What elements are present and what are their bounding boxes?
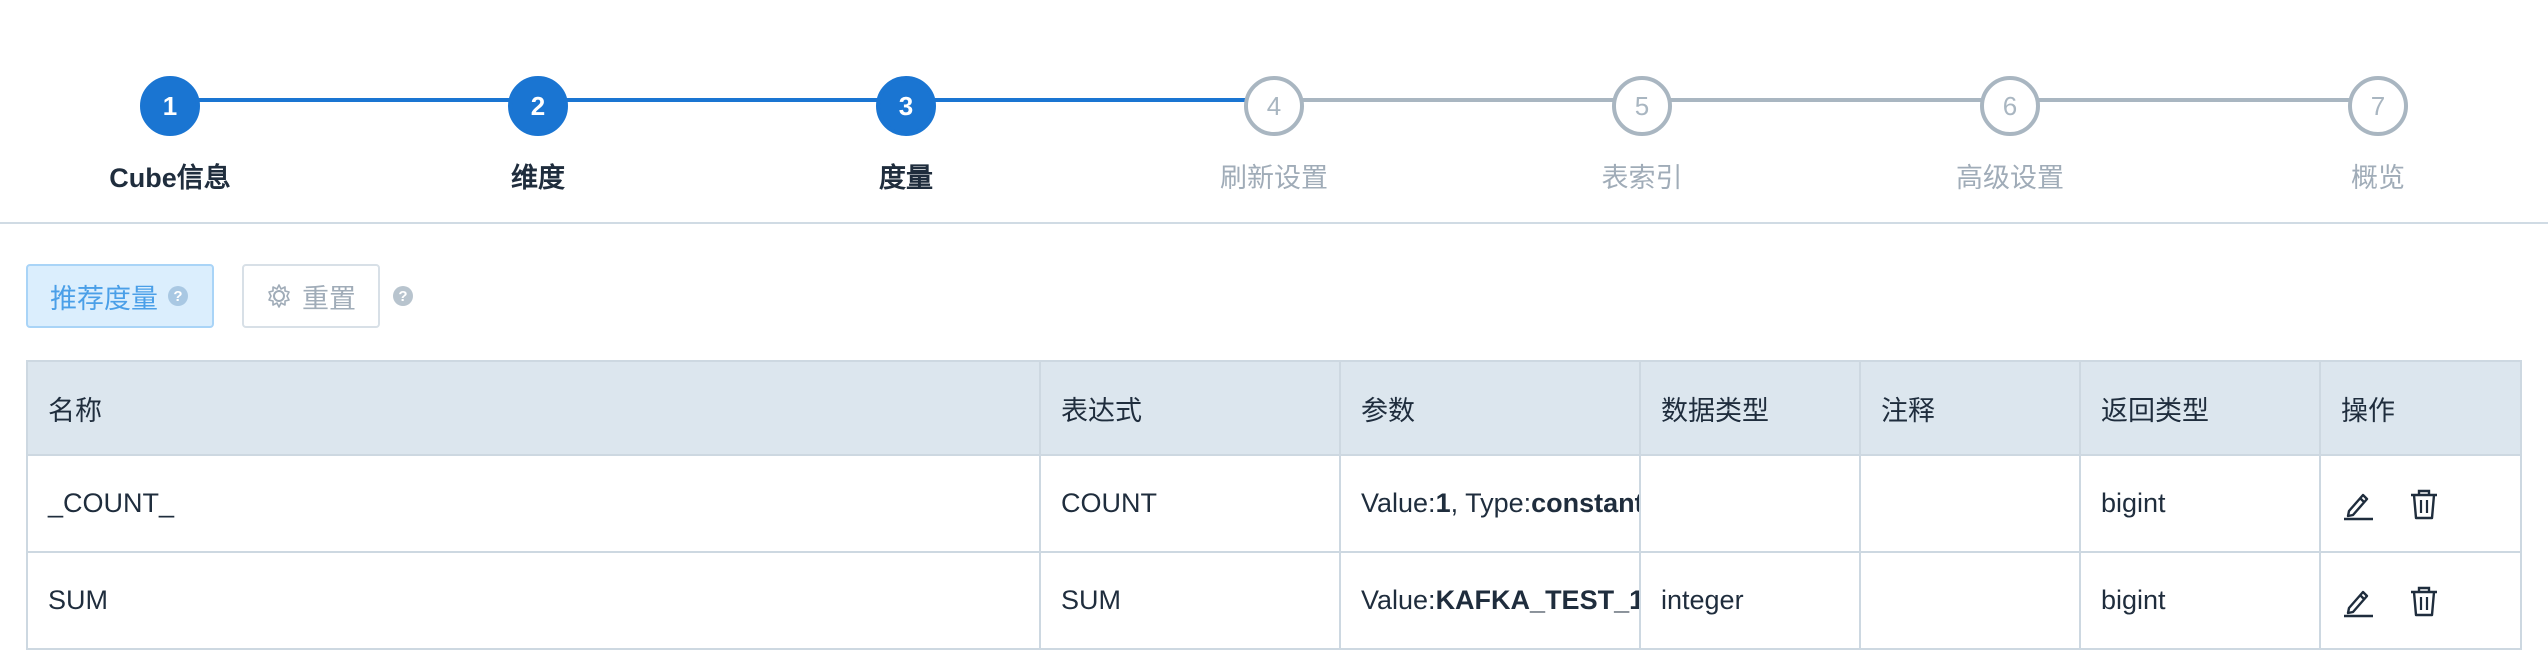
step-number: 7 xyxy=(2348,76,2408,136)
cell-return-type: bigint xyxy=(2079,454,2321,553)
step-label: Cube信息 xyxy=(109,163,231,193)
cell-return-type: bigint xyxy=(2079,551,2321,650)
cell-comment xyxy=(1859,454,2081,553)
param-value: KAFKA_TEST_1 xyxy=(1435,585,1640,615)
pencil-edit-icon[interactable] xyxy=(2341,584,2375,618)
cell-expression: COUNT xyxy=(1039,454,1341,553)
step-connector xyxy=(170,98,538,102)
step-connector xyxy=(906,98,1274,102)
param-value-label: Value: xyxy=(1361,488,1436,518)
step-connector xyxy=(1642,98,2010,102)
cell-data-type: integer xyxy=(1639,551,1861,650)
cell-parameters: Value:1, Type:constant xyxy=(1339,454,1641,553)
cell-parameters: Value:KAFKA_TEST_1 xyxy=(1339,551,1641,650)
cell-data-type xyxy=(1639,454,1861,553)
step-connector xyxy=(2010,98,2378,102)
recommend-measures-button[interactable]: 推荐度量 ? xyxy=(26,264,214,328)
cell-name: _COUNT_ xyxy=(26,454,1041,553)
param-value: 1 xyxy=(1435,488,1451,518)
cell-actions xyxy=(2319,454,2522,553)
step-number: 6 xyxy=(1980,76,2040,136)
column-header-comment[interactable]: 注释 xyxy=(1859,360,2081,456)
step-label: 高级设置 xyxy=(1956,163,2064,193)
column-header-actions: 操作 xyxy=(2319,360,2522,456)
step-number: 1 xyxy=(140,76,200,136)
question-circle-icon[interactable]: ? xyxy=(393,286,413,306)
column-header-expression[interactable]: 表达式 xyxy=(1039,360,1341,456)
trash-icon[interactable] xyxy=(2407,487,2441,521)
param-type: constant xyxy=(1531,488,1640,518)
column-header-return-type[interactable]: 返回类型 xyxy=(2079,360,2321,456)
reset-label: 重置 xyxy=(302,283,356,314)
step-label: 刷新设置 xyxy=(1220,163,1328,193)
cell-actions xyxy=(2319,551,2522,650)
param-type-label: , Type: xyxy=(1450,488,1532,518)
step-label: 维度 xyxy=(511,163,565,193)
table-row: _COUNT_ COUNT Value:1, Type:constant big… xyxy=(26,454,2522,553)
step-number: 2 xyxy=(508,76,568,136)
cell-expression: SUM xyxy=(1039,551,1341,650)
pencil-edit-icon[interactable] xyxy=(2341,487,2375,521)
gear-reset-icon xyxy=(268,284,290,308)
trash-icon[interactable] xyxy=(2407,584,2441,618)
column-header-name[interactable]: 名称 xyxy=(26,360,1041,456)
step-label: 概览 xyxy=(2351,163,2405,193)
step-connector xyxy=(1274,98,1642,102)
step-number: 3 xyxy=(876,76,936,136)
measures-table: 名称 表达式 参数 数据类型 注释 返回类型 操作 _COUNT_ COUNT … xyxy=(26,360,2522,650)
cell-comment xyxy=(1859,551,2081,650)
step-label: 度量 xyxy=(879,163,933,193)
step-wizard: 1 Cube信息 2 维度 3 度量 4 刷新设置 5 表索引 6 高级设置 7… xyxy=(0,0,2548,224)
step-number: 4 xyxy=(1244,76,1304,136)
reset-button[interactable]: 重置 xyxy=(242,264,380,328)
cell-name: SUM xyxy=(26,551,1041,650)
param-value-label: Value: xyxy=(1361,585,1436,615)
recommend-measures-label: 推荐度量 xyxy=(50,283,158,314)
step-number: 5 xyxy=(1612,76,1672,136)
column-header-parameters[interactable]: 参数 xyxy=(1339,360,1641,456)
column-header-data-type[interactable]: 数据类型 xyxy=(1639,360,1861,456)
step-label: 表索引 xyxy=(1601,163,1683,193)
step-connector xyxy=(538,98,906,102)
table-row: SUM SUM Value:KAFKA_TEST_1 integer bigin… xyxy=(26,551,2522,650)
table-header-row: 名称 表达式 参数 数据类型 注释 返回类型 操作 xyxy=(26,360,2522,456)
question-circle-icon[interactable]: ? xyxy=(168,286,188,306)
